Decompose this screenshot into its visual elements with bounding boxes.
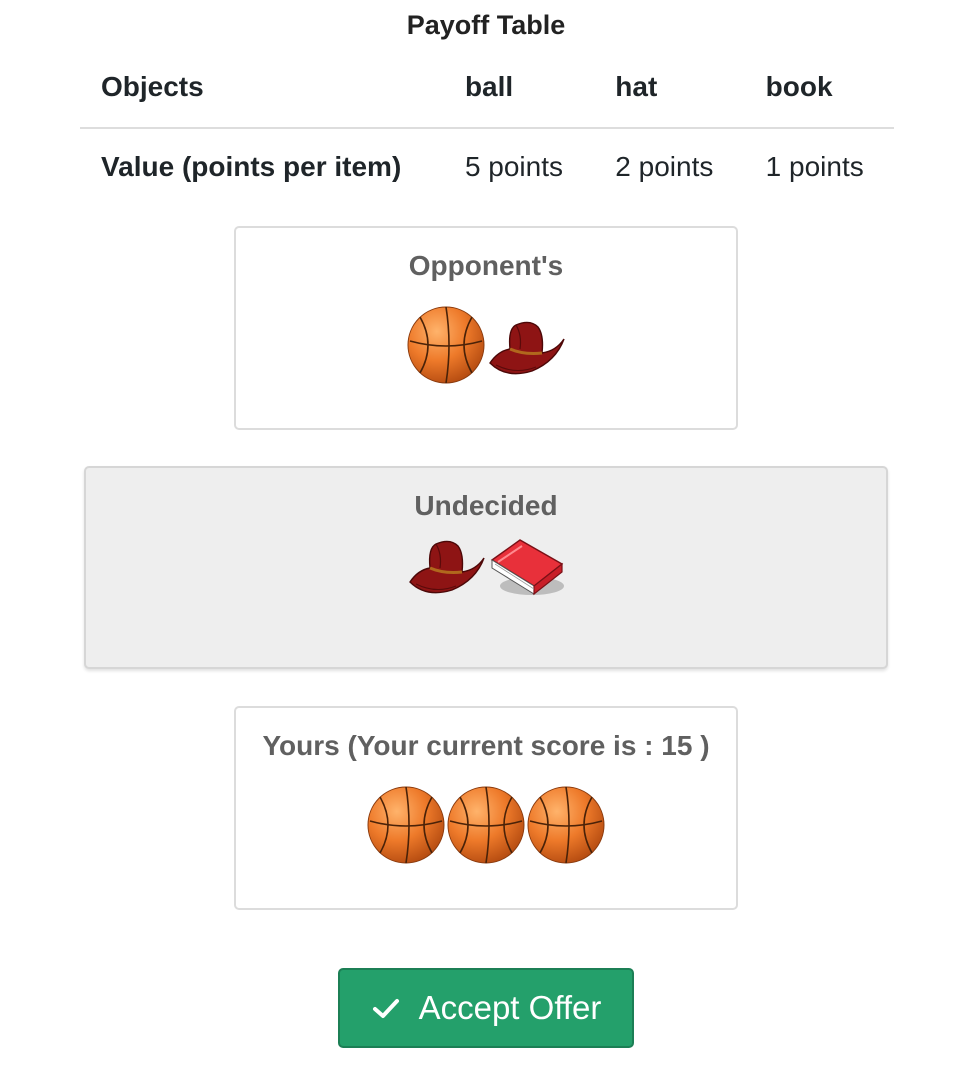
ball-icon[interactable] [366,785,446,865]
value-row-label: Value (points per item) [101,151,402,182]
undecided-items [86,528,886,600]
yours-panel: Yours (Your current score is : 15 ) [234,706,738,910]
column-ball: ball [464,60,616,129]
ball-icon[interactable] [526,785,606,865]
yours-items [236,784,736,866]
checkmark-icon [372,999,399,1018]
book-value: 1 points [765,151,864,182]
hat-value: 2 points [615,151,714,182]
column-hat: hat [615,60,766,129]
payoff-table: Objects ball hat book Value (points per … [80,60,894,205]
accept-offer-button[interactable]: Accept Offer [338,968,634,1048]
hat-icon[interactable] [486,305,566,385]
book-icon[interactable] [486,524,566,604]
accept-offer-label: Accept Offer [418,989,602,1026]
payoff-table-values-row: Value (points per item) 5 points 2 point… [80,128,894,205]
undecided-panel: Undecided [84,466,888,669]
undecided-panel-title: Undecided [414,490,558,521]
ball-icon[interactable] [406,305,486,385]
payoff-table-title: Payoff Table [406,10,566,40]
objects-header: Objects [80,60,465,129]
ball-icon[interactable] [446,785,526,865]
opponent-panel-title: Opponent's [408,250,564,281]
column-book: book [765,60,894,129]
payoff-table-header-row: Objects ball hat book [80,60,894,129]
hat-icon[interactable] [406,524,486,604]
opponent-panel: Opponent's [234,226,738,430]
ball-value: 5 points [464,151,564,182]
opponent-items [236,304,736,386]
yours-panel-title: Yours (Your current score is : 15 ) [262,730,710,761]
